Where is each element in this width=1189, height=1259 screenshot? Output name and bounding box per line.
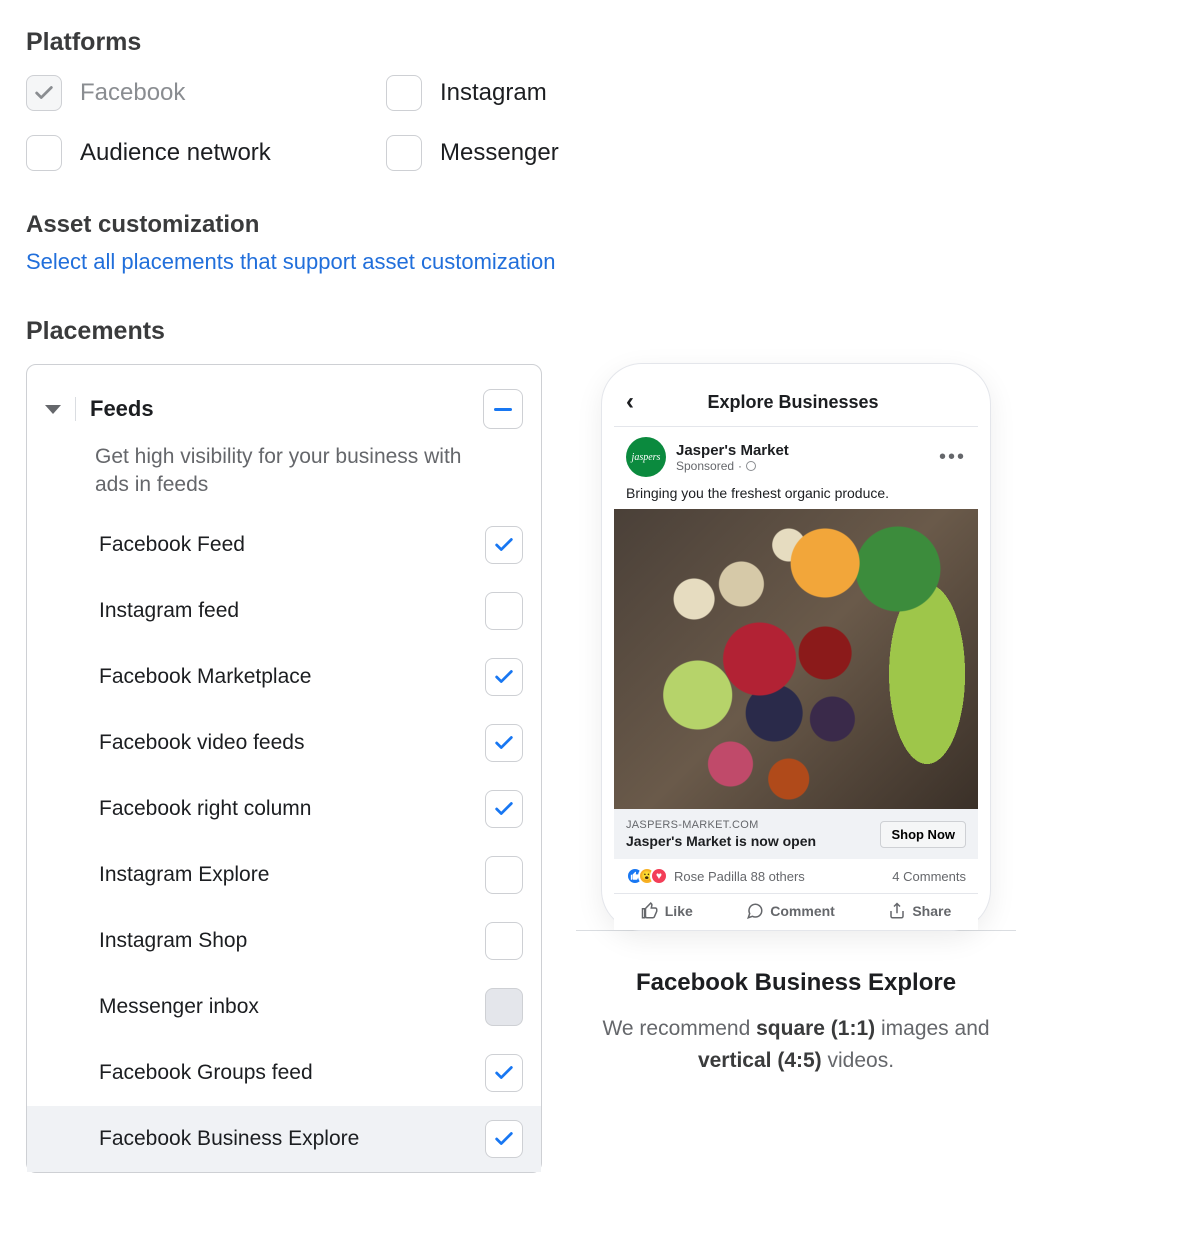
feeds-group-description: Get high visibility for your business wi… <box>27 439 541 512</box>
phone-mock: ‹ Explore Businesses jaspers Jasper's Ma… <box>602 364 990 930</box>
placement-checkbox[interactable] <box>485 1054 523 1092</box>
caret-down-icon <box>45 405 61 414</box>
platform-label: Instagram <box>440 79 547 107</box>
platform-label: Facebook <box>80 79 185 107</box>
placement-checkbox[interactable] <box>485 526 523 564</box>
globe-icon <box>746 461 756 471</box>
placement-label: Instagram feed <box>99 599 239 623</box>
platform-instagram: Instagram <box>386 75 746 111</box>
ad-image <box>614 509 978 809</box>
platform-checkbox[interactable] <box>386 135 422 171</box>
preview-brand-name: Jasper's Market <box>676 442 929 459</box>
reactions-summary[interactable]: 😮 ♥ Rose Padilla 88 others <box>626 867 805 885</box>
link-headline: Jasper's Market is now open <box>626 833 816 849</box>
platforms-title: Platforms <box>26 28 1163 57</box>
cta-button[interactable]: Shop Now <box>880 821 966 848</box>
placement-checkbox[interactable] <box>485 856 523 894</box>
like-button[interactable]: Like <box>641 902 693 920</box>
feeds-tristate-checkbox[interactable] <box>483 389 523 429</box>
more-options-icon[interactable]: ••• <box>939 446 966 469</box>
preview-recommendation: We recommend square (1:1) images and ver… <box>576 1013 1016 1076</box>
placement-label: Instagram Shop <box>99 929 247 953</box>
placement-label: Facebook video feeds <box>99 731 304 755</box>
placement-row[interactable]: Facebook Feed <box>27 512 541 578</box>
placement-label: Messenger inbox <box>99 995 259 1019</box>
placement-row[interactable]: Instagram feed <box>27 578 541 644</box>
placement-checkbox[interactable] <box>485 724 523 762</box>
placement-row[interactable]: Instagram Explore <box>27 842 541 908</box>
placement-row[interactable]: Facebook video feeds <box>27 710 541 776</box>
share-button[interactable]: Share <box>888 902 951 920</box>
comment-button[interactable]: Comment <box>746 902 835 920</box>
placement-row[interactable]: Facebook right column <box>27 776 541 842</box>
platforms-grid: Facebook Instagram Audience network Messeng… <box>26 75 1163 171</box>
feeds-group-title: Feeds <box>90 396 469 422</box>
placement-label: Facebook Business Explore <box>99 1127 359 1151</box>
love-reaction-icon: ♥ <box>650 867 668 885</box>
feeds-group-header[interactable]: Feeds <box>27 375 541 439</box>
preview-caption: Bringing you the freshest organic produc… <box>614 483 978 509</box>
platform-messenger: Messenger <box>386 135 746 171</box>
placement-label: Instagram Explore <box>99 863 269 887</box>
comment-icon <box>746 902 764 920</box>
placement-label: Facebook Feed <box>99 533 245 557</box>
platform-checkbox[interactable] <box>26 135 62 171</box>
placement-checkbox[interactable] <box>485 922 523 960</box>
placement-checkbox[interactable] <box>485 1120 523 1158</box>
share-icon <box>888 902 906 920</box>
placement-label: Facebook Groups feed <box>99 1061 313 1085</box>
comments-count[interactable]: 4 Comments <box>892 869 966 884</box>
preview-topbar-title: Explore Businesses <box>616 392 970 413</box>
placement-checkbox[interactable] <box>485 790 523 828</box>
preview-topbar: ‹ Explore Businesses <box>614 378 978 427</box>
placements-panel: Feeds Get high visibility for your busin… <box>26 364 542 1173</box>
placement-row[interactable]: Facebook Business Explore <box>27 1106 541 1172</box>
placement-row[interactable]: Facebook Marketplace <box>27 644 541 710</box>
preview-column: ‹ Explore Businesses jaspers Jasper's Ma… <box>576 364 1016 1076</box>
placement-label: Facebook Marketplace <box>99 665 311 689</box>
link-domain: JASPERS-MARKET.COM <box>626 819 816 831</box>
placements-title: Placements <box>26 317 1163 346</box>
platform-checkbox[interactable] <box>386 75 422 111</box>
platform-facebook: Facebook <box>26 75 386 111</box>
sponsored-label: Sponsored· <box>676 459 929 473</box>
placement-row[interactable]: Messenger inbox <box>27 974 541 1040</box>
avatar: jaspers <box>626 437 666 477</box>
platform-label: Messenger <box>440 139 559 167</box>
indeterminate-dash-icon <box>494 408 512 411</box>
platform-label: Audience network <box>80 139 271 167</box>
link-card: JASPERS-MARKET.COM Jasper's Market is no… <box>614 809 978 859</box>
placement-row[interactable]: Facebook Groups feed <box>27 1040 541 1106</box>
thumb-up-icon <box>641 902 659 920</box>
placement-label: Facebook right column <box>99 797 311 821</box>
platform-checkbox <box>26 75 62 111</box>
platform-audience-network: Audience network <box>26 135 386 171</box>
placement-checkbox[interactable] <box>485 658 523 696</box>
asset-customization-title: Asset customization <box>26 211 1163 239</box>
placement-checkbox[interactable] <box>485 592 523 630</box>
asset-customization-link[interactable]: Select all placements that support asset… <box>26 249 556 275</box>
divider <box>75 397 76 421</box>
placement-checkbox <box>485 988 523 1026</box>
placement-row[interactable]: Instagram Shop <box>27 908 541 974</box>
preview-placement-title: Facebook Business Explore <box>576 969 1016 997</box>
